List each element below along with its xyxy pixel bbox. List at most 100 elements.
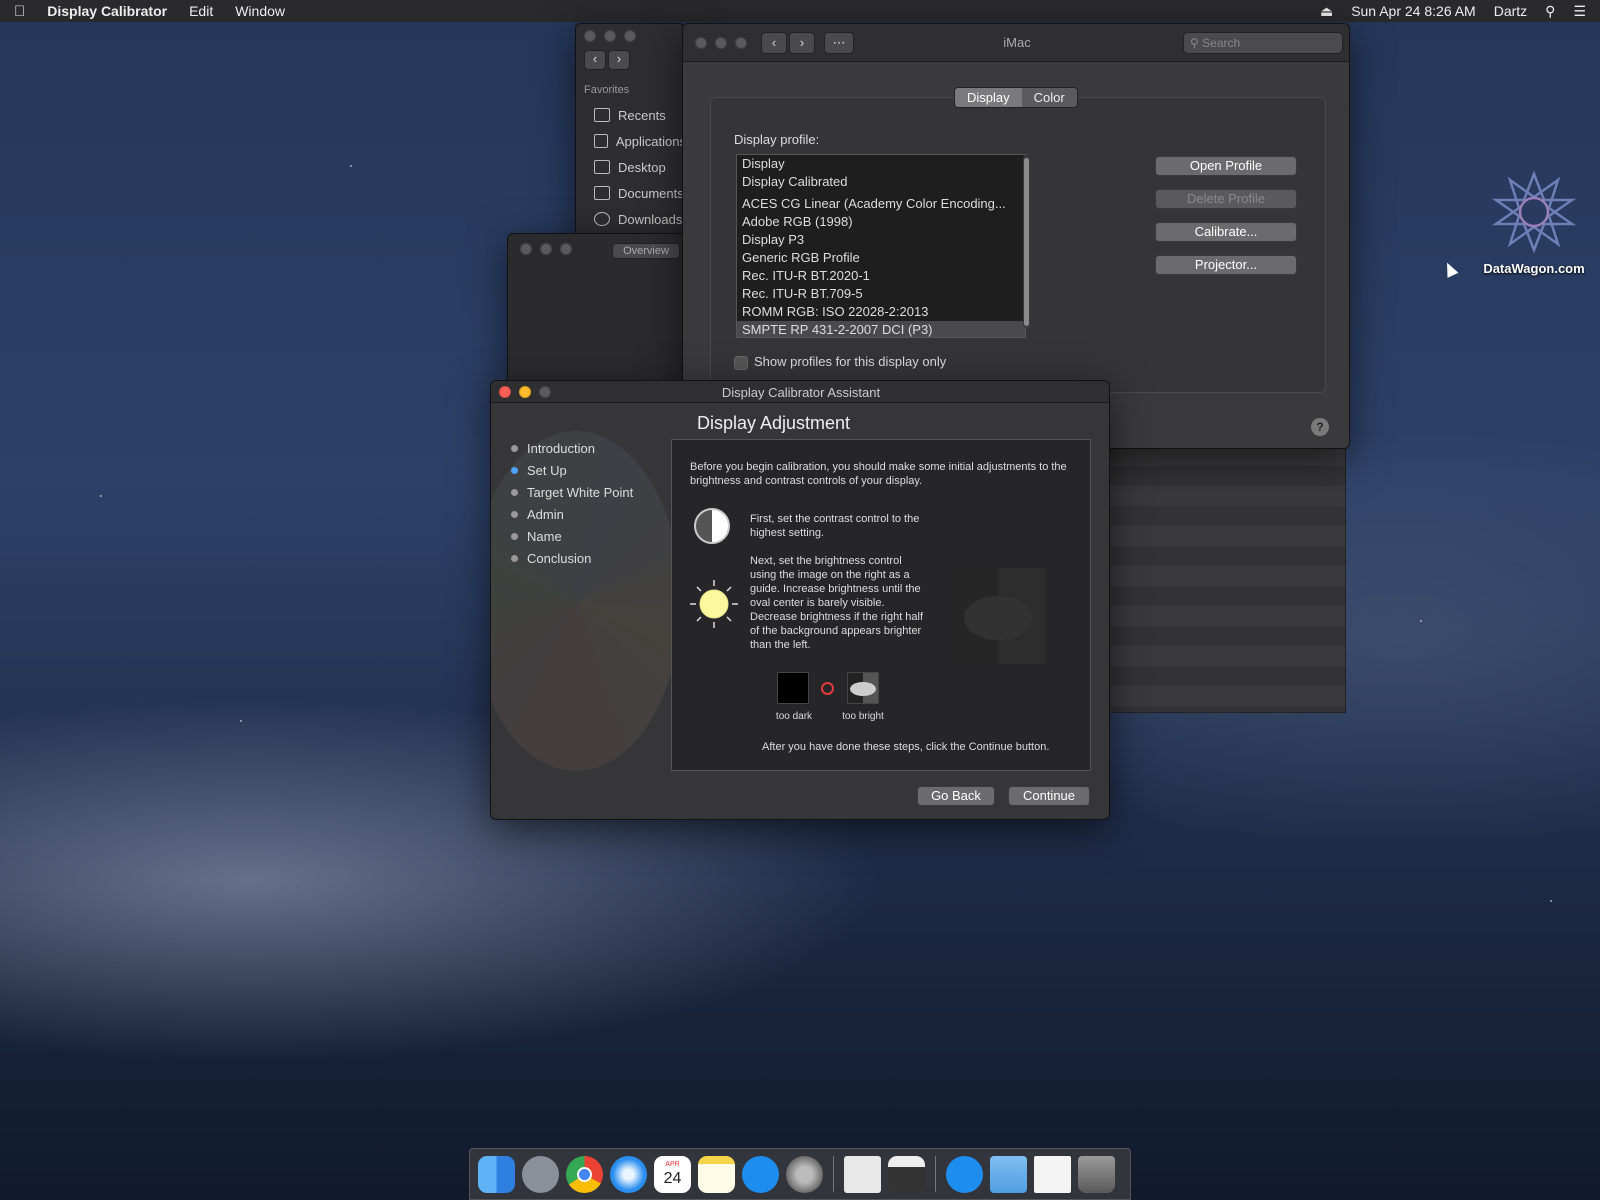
dock-separator [935,1156,936,1192]
notification-center-icon[interactable]: ☰ [1573,3,1586,20]
document-icon[interactable] [1034,1155,1071,1193]
scrollbar-thumb[interactable] [1024,158,1029,326]
desktop-icon [594,160,610,174]
downloads-icon [594,212,610,226]
continue-button[interactable]: Continue [1008,786,1090,806]
profile-item[interactable]: Display P3 [737,231,1025,249]
profile-label: Display profile: [734,132,820,147]
chrome-icon[interactable] [566,1155,603,1193]
swatch-oval [850,682,876,696]
tab-color[interactable]: Color [1021,88,1077,107]
profile-item[interactable]: Rec. ITU-R BT.709-5 [737,285,1025,303]
instruction-panel: Before you begin calibration, you should… [671,439,1091,771]
sidebar-item-downloads[interactable]: Downloads [576,206,684,232]
profile-item[interactable]: ACES CG Linear (Academy Color Encoding..… [737,195,1025,213]
dock: APR 24 [469,1148,1131,1200]
app-menu[interactable]: Display Calibrator [47,3,167,19]
help-button[interactable]: ? [1311,418,1329,436]
apple-menu-icon[interactable]:  [14,3,25,20]
background-window: Overview [507,233,687,393]
preview-icon[interactable] [844,1155,881,1193]
profile-list[interactable]: Display Display Calibrated ACES CG Linear … [736,154,1026,338]
calendar-icon[interactable]: APR 24 [654,1155,691,1193]
profile-item[interactable]: Rec. ITU-R BT.2020-1 [737,267,1025,285]
open-profile-button[interactable]: Open Profile [1155,156,1297,176]
sidebar-item-documents[interactable]: Documents [576,180,684,206]
checkbox-box[interactable] [734,355,748,370]
minimize-button[interactable] [540,243,552,255]
sidebar-item-applications[interactable]: Applications [576,128,685,154]
steps-list: Introduction Set Up Target White Point Admi… [511,437,633,569]
downloads-folder-icon[interactable] [990,1155,1027,1193]
chrome-center [577,1166,592,1182]
profile-item[interactable]: Display [737,155,1025,173]
step-label: Name [527,528,562,544]
step-dot-icon [511,488,518,496]
profile-item[interactable]: SMPTE RP 431-2-2007 DCI (P3) [737,321,1025,337]
go-back-button[interactable]: Go Back [917,786,995,806]
step-dot-icon [511,444,518,452]
minimize-button[interactable] [604,30,616,42]
spotlight-search-icon[interactable]: ⚲ [1545,3,1555,20]
tab-display[interactable]: Display [955,88,1022,107]
forward-button[interactable]: › [608,50,630,70]
clock[interactable]: Sun Apr 24 8:26 AM [1351,3,1476,19]
step-dot-icon [511,532,518,540]
finder-icon[interactable] [478,1155,515,1193]
brightness-guide-image [950,568,1046,664]
sidebar-item-label: Applications [615,133,685,149]
guide-oval [964,596,1032,640]
profile-item[interactable]: Generic RGB Profile [737,249,1025,267]
delete-profile-button[interactable]: Delete Profile [1155,189,1297,209]
recents-icon [594,108,610,122]
footer-instruction: After you have done these steps, click t… [762,741,1050,753]
notes-icon[interactable] [698,1155,735,1193]
step-label: Introduction [527,440,595,456]
trash-icon[interactable] [1078,1155,1115,1193]
show-display-profiles-checkbox[interactable]: Show profiles for this display only [734,354,946,370]
desktop-icon-label: DataWagon.com [1483,261,1585,276]
step-item: Target White Point [511,481,633,503]
app-store-icon-2[interactable] [946,1155,983,1193]
profile-list-scrollbar[interactable] [1023,156,1030,328]
search-input[interactable]: ⚲ Search [1183,32,1343,54]
app-store-icon[interactable] [742,1155,779,1193]
desktop-icon-datawagon[interactable]: DataWagon.com [1476,170,1592,276]
zoom-button[interactable] [624,30,636,42]
sidebar-item-desktop[interactable]: Desktop [576,154,684,180]
step-label: Target White Point [527,484,634,500]
launchpad-icon[interactable] [522,1155,559,1193]
zoom-button[interactable] [560,243,572,255]
profile-item[interactable]: Adobe RGB (1998) [737,213,1025,231]
step-item: Conclusion [511,547,633,569]
intro-text: Before you begin calibration, you should… [690,461,1067,487]
user-name[interactable]: Dartz [1494,3,1527,19]
step-item: Set Up [511,459,633,481]
system-preferences-icon[interactable] [786,1155,823,1193]
calendar-day: 24 [663,1169,682,1187]
tab-overview[interactable]: Overview [612,243,680,259]
sidebar-item-recents[interactable]: Recents [576,102,684,128]
edit-menu[interactable]: Edit [189,3,213,19]
too-dark-label: too dark [775,711,813,722]
profile-item[interactable]: ROMM RGB: ISO 22028-2:2013 [737,303,1025,321]
window-menu[interactable]: Window [235,3,285,19]
step-label: Conclusion [527,550,592,566]
close-button[interactable] [584,30,596,42]
projector-button[interactable]: Projector... [1155,255,1297,275]
checkbox-label: Show profiles for this display only [754,354,947,369]
applications-icon [594,134,608,148]
display-calibrator-assistant-window: Display Calibrator Assistant Display Adj… [490,380,1110,820]
profile-item[interactable]: Display Calibrated [737,173,1025,191]
documents-icon [594,186,610,200]
eject-icon[interactable]: ⏏ [1320,3,1333,20]
favorites-header: Favorites [584,84,630,96]
close-button[interactable] [520,243,532,255]
script-editor-icon[interactable] [888,1155,925,1193]
calibrate-button[interactable]: Calibrate... [1155,222,1297,242]
safari-icon[interactable] [610,1155,647,1193]
back-button[interactable]: ‹ [584,50,606,70]
prohibited-icon [821,682,834,695]
step-dot-icon [511,510,518,518]
background-list-window [1100,445,1346,713]
